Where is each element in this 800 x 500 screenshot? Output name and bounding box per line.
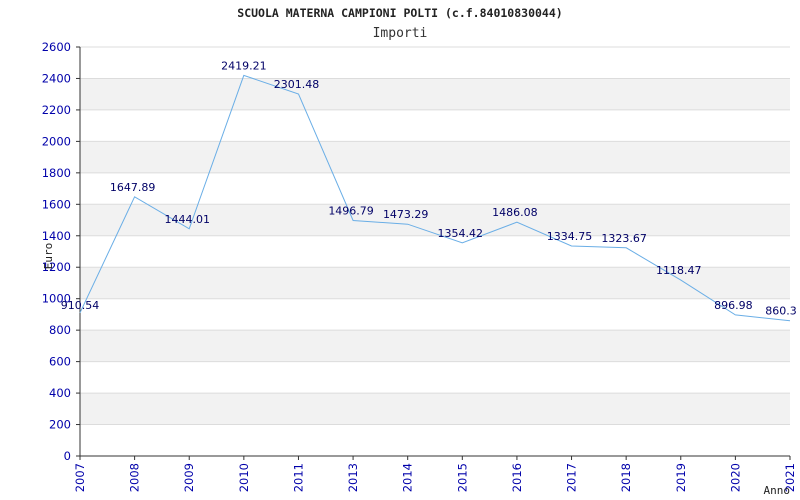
data-label: 1354.42 [438, 227, 484, 240]
x-tick-label: 2009 [182, 463, 196, 492]
x-tick-label: 2011 [291, 463, 305, 492]
data-label: 1486.08 [492, 206, 538, 219]
data-label: 1473.29 [383, 208, 429, 221]
y-tick-label: 600 [49, 355, 71, 369]
x-tick-label: 2010 [237, 463, 251, 492]
x-tick-label: 2020 [728, 463, 742, 492]
data-label: 896.98 [714, 299, 753, 312]
data-label: 1118.47 [656, 264, 702, 277]
y-tick-label: 400 [49, 386, 71, 400]
data-label: 1334.75 [547, 230, 593, 243]
grid-band [80, 78, 790, 110]
x-tick-label: 2017 [565, 463, 579, 492]
y-tick-label: 1400 [42, 229, 71, 243]
chart-title: SCUOLA MATERNA CAMPIONI POLTI (c.f.84010… [237, 6, 562, 20]
y-tick-label: 2400 [42, 71, 71, 85]
x-tick-label: 2008 [128, 463, 142, 492]
x-tick-label: 2007 [73, 463, 87, 492]
y-tick-label: 800 [49, 323, 71, 337]
data-label: 1647.89 [110, 181, 156, 194]
y-tick-label: 1800 [42, 166, 71, 180]
background-bands [80, 78, 790, 425]
y-tick-label: 2200 [42, 103, 71, 117]
x-tick-labels: 2007 2008 2009 2010 2011 2013 2014 2015 2016 2017… [73, 463, 797, 492]
x-tick-label: 2014 [401, 463, 415, 492]
data-label: 1323.67 [601, 232, 647, 245]
y-axis-label: Euro [42, 243, 55, 270]
x-tick-label: 2013 [346, 463, 360, 492]
x-tick-label: 2019 [674, 463, 688, 492]
grid-band [80, 330, 790, 362]
x-tick-label: 2016 [510, 463, 524, 492]
grid-band [80, 141, 790, 173]
data-label: 860.3 [765, 305, 797, 318]
x-tick-label: 2015 [455, 463, 469, 492]
data-label: 1444.01 [164, 213, 210, 226]
y-tick-label: 1600 [42, 197, 71, 211]
grid-band [80, 393, 790, 425]
data-label: 2301.48 [274, 78, 320, 91]
line-chart: SCUOLA MATERNA CAMPIONI POLTI (c.f.84010… [42, 6, 797, 497]
x-axis-label: Anno [764, 484, 791, 497]
y-tick-label: 2600 [42, 40, 71, 54]
data-label: 1496.79 [328, 205, 374, 218]
y-tick-label: 0 [64, 449, 71, 463]
data-label: 2419.21 [221, 59, 267, 72]
y-tick-label: 200 [49, 418, 71, 432]
data-label: 910.54 [61, 299, 100, 312]
chart-subtitle: Importi [373, 26, 428, 41]
x-tick-label: 2018 [619, 463, 633, 492]
y-tick-label: 2000 [42, 134, 71, 148]
